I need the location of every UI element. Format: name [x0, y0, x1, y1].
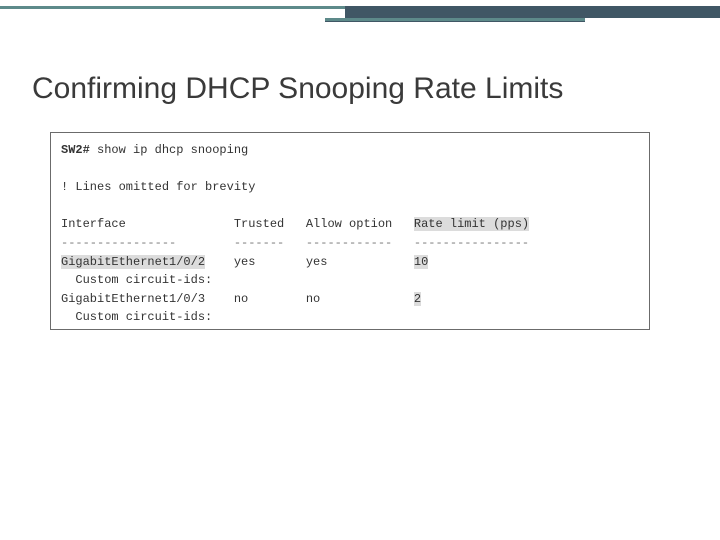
cli-output: SW2# show ip dhcp snooping ! Lines omitt…: [61, 141, 639, 327]
cli-output-panel: SW2# show ip dhcp snooping ! Lines omitt…: [50, 132, 650, 330]
accent-bar: [325, 21, 585, 22]
slide: Confirming DHCP Snooping Rate Limits SW2…: [0, 0, 720, 540]
top-accent-bars: [0, 0, 720, 40]
slide-title: Confirming DHCP Snooping Rate Limits: [32, 72, 688, 106]
accent-bar: [0, 6, 345, 9]
cli-prompt: SW2#: [61, 143, 97, 157]
accent-bar: [345, 6, 720, 18]
